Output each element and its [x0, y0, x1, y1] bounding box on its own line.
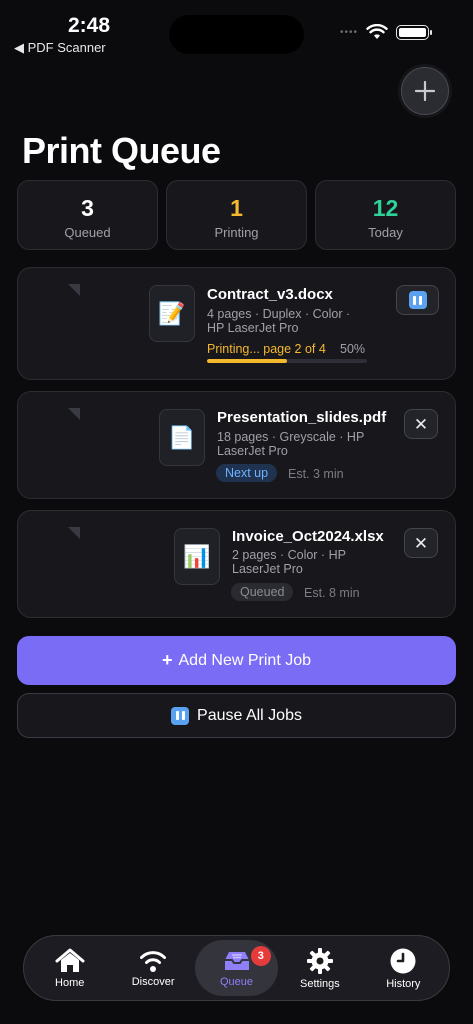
job-name: Presentation_slides.pdf	[217, 409, 387, 426]
add-new-print-job-button[interactable]: + Add New Print Job	[17, 636, 456, 685]
remove-job-button[interactable]: ✕	[404, 528, 438, 558]
close-icon: ✕	[413, 533, 429, 553]
job-progress-bar	[207, 359, 367, 363]
job-progress-fill	[207, 359, 287, 363]
card-corner-decoration	[68, 527, 80, 539]
job-card-queued[interactable]: 📊 Invoice_Oct2024.xlsx 2 pages · Color ·…	[17, 510, 456, 618]
home-icon	[55, 948, 85, 972]
card-corner-decoration	[68, 408, 80, 420]
job-progress-status: Printing... page 2 of 4	[207, 342, 326, 356]
job-estimate: Est. 3 min	[288, 467, 344, 481]
pause-all-label: Pause All Jobs	[197, 706, 302, 724]
remove-job-button[interactable]: ✕	[404, 409, 438, 439]
page-icon: 📄	[168, 424, 196, 450]
plus-icon: +	[161, 650, 173, 670]
job-name: Invoice_Oct2024.xlsx	[232, 528, 384, 545]
bar-chart-icon: 📊	[183, 543, 211, 569]
tab-label: Queue	[220, 975, 254, 988]
job-meta: 2 pages · Color · HP	[232, 548, 346, 562]
job-meta: 18 pages · Greyscale · HP	[217, 430, 365, 444]
gear-icon	[306, 947, 333, 974]
clock-icon	[390, 948, 416, 973]
status-badge: Queued	[231, 583, 294, 601]
stat-value: 3	[81, 195, 94, 221]
pause-job-button[interactable]	[396, 285, 439, 315]
page-title: Print Queue	[22, 130, 221, 171]
tab-bar: Home Discover Queue 3 Settings History	[23, 935, 450, 1001]
dynamic-island	[169, 15, 304, 54]
tab-label: History	[386, 977, 421, 990]
stat-printing: 1 Printing	[166, 180, 307, 250]
battery-icon	[396, 24, 432, 40]
stat-label: Printing	[214, 225, 259, 240]
status-badge: Next up	[216, 464, 278, 482]
wifi-status-icon	[366, 24, 388, 39]
pause-icon	[408, 291, 427, 309]
job-printer: LaserJet Pro	[217, 444, 288, 458]
add-job-fab[interactable]	[401, 67, 449, 115]
print-queue-screen: 2:48 ◀ PDF Scanner •••• Print Queue 3 Qu…	[0, 0, 473, 1024]
stats-row: 3 Queued 1 Printing 12 Today	[17, 180, 456, 250]
back-to-app-link[interactable]: ◀ PDF Scanner	[14, 40, 106, 56]
job-printer: HP LaserJet Pro	[207, 321, 299, 335]
tab-label: Home	[55, 976, 85, 989]
job-name: Contract_v3.docx	[207, 286, 333, 303]
tab-queue[interactable]: Queue 3	[194, 940, 279, 996]
job-card-next[interactable]: 📄 Presentation_slides.pdf 18 pages · Gre…	[17, 391, 456, 499]
tab-discover[interactable]: Discover	[111, 940, 194, 996]
pause-icon	[171, 706, 190, 725]
document-thumbnail-icon: 📊	[174, 528, 220, 585]
close-icon: ✕	[413, 414, 429, 434]
status-indicators: ••••	[339, 24, 432, 40]
memo-icon: 📝	[158, 300, 186, 326]
stat-value: 1	[230, 195, 243, 221]
stat-label: Queued	[64, 225, 111, 240]
tab-home[interactable]: Home	[28, 940, 111, 996]
tab-settings[interactable]: Settings	[278, 940, 361, 996]
add-job-label: Add New Print Job	[178, 651, 312, 669]
document-thumbnail-icon: 📝	[149, 285, 195, 342]
job-meta: 4 pages · Duplex · Color ·	[207, 307, 351, 321]
tab-history[interactable]: History	[362, 940, 445, 996]
tab-label: Settings	[300, 977, 340, 990]
tab-label: Discover	[131, 975, 175, 988]
card-corner-decoration	[68, 284, 80, 296]
status-time: 2:48	[68, 14, 111, 37]
pause-all-jobs-button[interactable]: Pause All Jobs	[17, 693, 456, 738]
queue-count-badge: 3	[250, 946, 271, 966]
job-printer: LaserJet Pro	[232, 562, 303, 576]
job-estimate: Est. 8 min	[304, 586, 360, 600]
plus-icon	[414, 80, 436, 102]
wifi-icon	[140, 950, 167, 972]
stat-today: 12 Today	[315, 180, 456, 250]
inbox-tray-icon	[224, 951, 249, 970]
job-card-printing[interactable]: 📝 Contract_v3.docx 4 pages · Duplex · Co…	[17, 267, 456, 380]
stat-label: Today	[368, 225, 403, 240]
stat-value: 12	[372, 195, 399, 221]
stat-queued: 3 Queued	[17, 180, 158, 250]
signal-icon: ••••	[339, 26, 358, 38]
job-progress-percent: 50%	[340, 342, 366, 356]
document-thumbnail-icon: 📄	[159, 409, 205, 466]
